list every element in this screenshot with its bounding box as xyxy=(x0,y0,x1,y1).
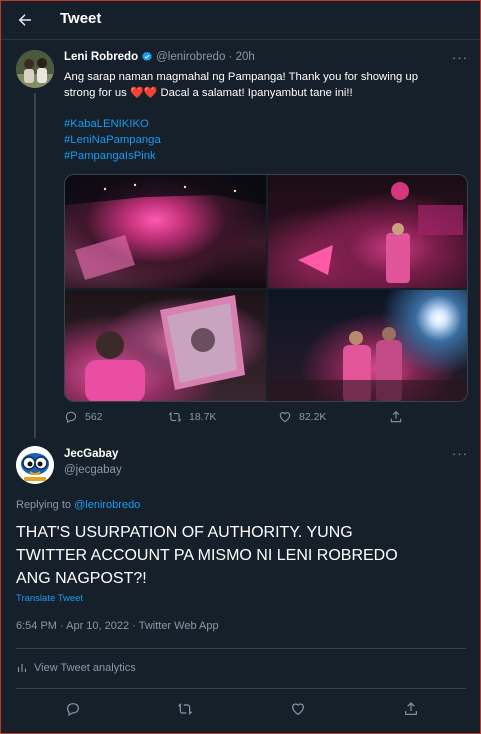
tweet-timestamp[interactable]: 6:54 PM · Apr 10, 2022 · Twitter Web App xyxy=(16,620,219,632)
tweet-actions: 562 18.7K 82.2K xyxy=(64,410,468,430)
divider xyxy=(16,648,466,649)
page-title: Tweet xyxy=(60,10,102,27)
retweet-icon xyxy=(177,703,193,715)
avatar[interactable] xyxy=(16,446,54,484)
hashtag-list: #KabaLENIKIKO #LeniNaPampanga #PampangaI… xyxy=(64,116,161,164)
retweet-action[interactable]: 18.7K xyxy=(168,410,216,424)
tweet-text-line: strong for us ❤️❤️ Dacal a salamat! Ipan… xyxy=(64,87,353,99)
analytics-icon xyxy=(17,664,27,672)
heart-icon xyxy=(279,412,291,423)
retweet-icon xyxy=(168,411,182,423)
verified-badge-icon xyxy=(142,51,152,62)
hashtag-link[interactable]: #KabaLENIKIKO xyxy=(64,116,161,132)
like-count: 82.2K xyxy=(299,411,327,423)
share-icon xyxy=(405,702,417,715)
reply-icon xyxy=(65,411,77,424)
reply-count: 562 xyxy=(85,411,103,423)
reply-author-name[interactable]: JecGabay xyxy=(64,448,118,460)
view-analytics-link[interactable]: View Tweet analytics xyxy=(16,662,136,674)
stage-night-photo[interactable] xyxy=(268,290,467,401)
mention-link[interactable]: @lenirobredo xyxy=(74,499,140,511)
more-options-icon[interactable]: ··· xyxy=(452,50,468,65)
reply-tweet-text: THAT'S USURPATION OF AUTHORITY. YUNG TWI… xyxy=(16,521,466,590)
translate-tweet-link[interactable]: Translate Tweet xyxy=(16,593,83,604)
heart-icon xyxy=(292,703,304,716)
share-action[interactable] xyxy=(389,410,403,424)
reply-button[interactable] xyxy=(62,698,84,720)
thread-connector-line xyxy=(34,93,36,438)
author-name[interactable]: Leni Robredo xyxy=(64,51,138,63)
hashtag-link[interactable]: #LeniNaPampanga xyxy=(64,132,161,148)
reply-text-line: THAT'S USURPATION OF AUTHORITY. YUNG xyxy=(16,524,353,541)
reply-text-line: TWITTER ACCOUNT PA MISMO NI LENI ROBREDO xyxy=(16,547,398,564)
tweet-text-line: Ang sarap naman magmahal ng Pampanga! Th… xyxy=(64,71,418,83)
tweet-header: Tweet xyxy=(0,0,481,40)
crowd-aerial-photo[interactable] xyxy=(65,175,266,288)
replying-to: Replying to @lenirobredo xyxy=(16,499,141,511)
retweet-count: 18.7K xyxy=(189,411,217,423)
tweet-time[interactable]: 20h xyxy=(236,51,255,63)
back-button[interactable] xyxy=(14,9,36,31)
share-icon xyxy=(390,411,402,423)
hashtag-link[interactable]: #PampangaIsPink xyxy=(64,148,161,164)
reply-text-line: ANG NAGPOST?! xyxy=(16,570,147,587)
stage-speaker-photo[interactable] xyxy=(268,175,467,288)
tweet-author-row: Leni Robredo @lenirobredo · 20h xyxy=(64,51,255,63)
more-options-icon[interactable]: ··· xyxy=(452,446,468,461)
share-button[interactable] xyxy=(400,698,422,720)
like-button[interactable] xyxy=(287,698,309,720)
avatar-photo xyxy=(16,50,54,88)
reply-tweet-actions xyxy=(0,698,481,720)
heart-emoji-icon: ❤️❤️ xyxy=(129,87,158,99)
tweet-text: Ang sarap naman magmahal ng Pampanga! Th… xyxy=(64,69,464,101)
photo-grid xyxy=(64,174,468,402)
author-handle[interactable]: @lenirobredo xyxy=(156,51,225,63)
jecgabay-logo-icon xyxy=(16,446,54,484)
arrow-left-icon xyxy=(18,14,31,26)
like-action[interactable]: 82.2K xyxy=(278,410,326,424)
reply-icon xyxy=(67,703,79,717)
separator-dot: · xyxy=(228,51,233,63)
avatar[interactable] xyxy=(16,50,54,88)
supporter-portrait-photo[interactable] xyxy=(65,290,266,401)
retweet-button[interactable] xyxy=(174,698,196,720)
divider xyxy=(16,688,466,689)
reply-author-handle[interactable]: @jecgabay xyxy=(64,464,122,476)
reply-action[interactable]: 562 xyxy=(64,410,103,424)
